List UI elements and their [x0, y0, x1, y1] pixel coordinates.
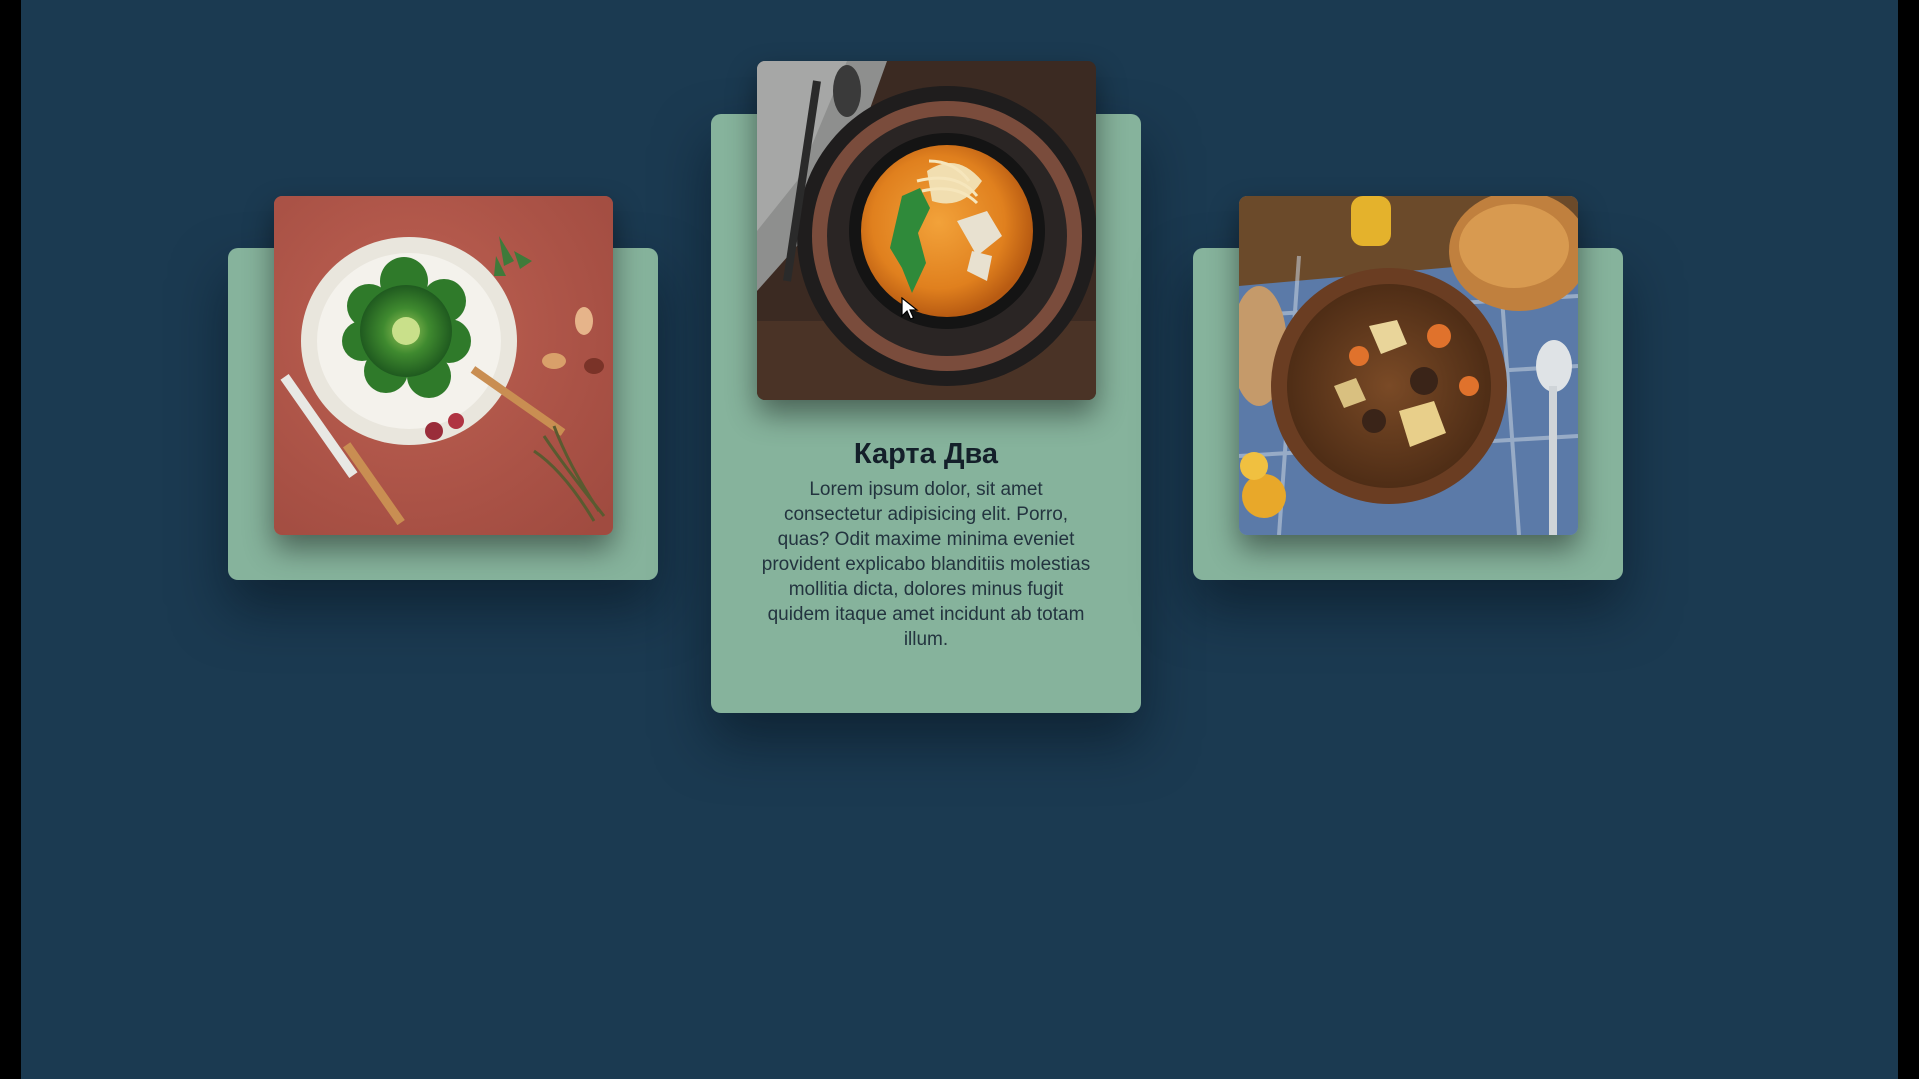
- card-two-image: [757, 61, 1096, 400]
- card-three-image: [1239, 196, 1578, 535]
- card-description: Lorem ipsum dolor, sit amet consectetur …: [761, 479, 1091, 650]
- mouse-cursor-icon: [901, 297, 919, 320]
- card-one-image: [274, 196, 613, 535]
- card-title: Карта Два: [853, 438, 999, 470]
- stew-bowl-icon: [1239, 196, 1578, 535]
- noodle-soup-bowl-icon: [757, 61, 1096, 400]
- broccoli-plate-icon: [274, 196, 613, 535]
